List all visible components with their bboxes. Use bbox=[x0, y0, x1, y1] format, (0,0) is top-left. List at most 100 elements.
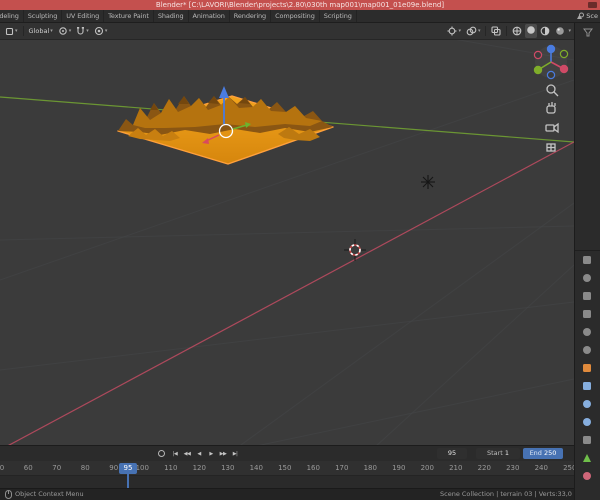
world-properties-tab-icon[interactable] bbox=[583, 346, 591, 354]
constraints-properties-tab-icon[interactable] bbox=[583, 436, 591, 444]
viewport-header: ▾ Global ▾ ▾ ▾ ▾ ▾ ▾ ▾ bbox=[0, 23, 574, 40]
pivot-point-dropdown[interactable]: ▾ bbox=[56, 25, 74, 37]
jump-to-end-button[interactable]: ▶| bbox=[229, 448, 241, 460]
status-left: Object Context Menu bbox=[5, 489, 84, 500]
pan-hand-icon[interactable] bbox=[546, 102, 556, 114]
ruler-tick: 120 bbox=[192, 464, 206, 472]
axis-neg-y-ball[interactable] bbox=[559, 49, 569, 59]
mode-dropdown[interactable]: ▾ bbox=[3, 26, 20, 37]
start-value: 1 bbox=[504, 449, 510, 457]
ruler-tick: 80 bbox=[80, 464, 90, 472]
material-properties-tab-icon[interactable] bbox=[583, 472, 591, 480]
object-properties-tab-icon[interactable] bbox=[583, 364, 591, 372]
window-controls[interactable] bbox=[588, 2, 597, 8]
scene-properties-tab-icon[interactable] bbox=[583, 328, 591, 336]
shading-rendered-button[interactable] bbox=[553, 25, 567, 37]
show-overlays-toggle[interactable]: ▾ bbox=[464, 25, 483, 37]
overlays-icon bbox=[466, 26, 477, 36]
end-label: End bbox=[529, 449, 542, 457]
status-bar: Object Context Menu Scene Collection | t… bbox=[0, 488, 574, 500]
terrain-object[interactable] bbox=[117, 95, 334, 165]
workspace-tabs: ModelingSculptingUV EditingTexture Paint… bbox=[0, 10, 357, 22]
ruler-tick: 170 bbox=[335, 464, 349, 472]
ruler-tick: 240 bbox=[534, 464, 548, 472]
particles-properties-tab-icon[interactable] bbox=[583, 400, 591, 408]
transform-orientation-dropdown[interactable]: Global ▾ bbox=[27, 26, 55, 36]
tab-sculpting[interactable]: Sculpting bbox=[23, 10, 63, 22]
tool-properties-tab-icon[interactable] bbox=[583, 256, 591, 264]
auto-key-record-icon[interactable] bbox=[158, 450, 165, 457]
pivot-point-icon bbox=[59, 27, 67, 35]
playback-controls: |◀ ◀◀ ◀ ▶ ▶▶ ▶| bbox=[169, 448, 241, 460]
render-properties-tab-icon[interactable] bbox=[583, 274, 591, 282]
jump-to-next-keyframe-button[interactable]: ▶▶ bbox=[217, 448, 229, 460]
3d-cursor bbox=[344, 239, 366, 261]
gizmo-z-arrowhead[interactable] bbox=[219, 86, 229, 98]
solid-sphere-icon bbox=[527, 26, 536, 34]
viewport-3d[interactable] bbox=[0, 0, 575, 500]
viewport-scene bbox=[0, 0, 575, 500]
play-reverse-button[interactable]: ◀ bbox=[193, 448, 205, 460]
chevron-down-icon: ▾ bbox=[15, 28, 18, 34]
terrain-mountain-faces bbox=[133, 97, 322, 128]
jump-to-start-button[interactable]: |◀ bbox=[169, 448, 181, 460]
magnet-icon bbox=[77, 27, 85, 35]
chevron-down-icon: ▾ bbox=[477, 28, 481, 34]
topbar: ModelingSculptingUV EditingTexture Paint… bbox=[0, 10, 600, 23]
camera-view-icon[interactable] bbox=[545, 122, 559, 134]
timeline-ruler[interactable]: 50 60 70 80 90 100 110 120 130 140 150 160 170 180 190… bbox=[0, 461, 574, 475]
ruler-tick: 160 bbox=[306, 464, 320, 472]
navigation-gizmo[interactable] bbox=[533, 44, 569, 80]
play-button[interactable]: ▶ bbox=[205, 448, 217, 460]
show-gizmo-toggle[interactable]: ▾ bbox=[445, 25, 463, 37]
output-properties-tab-icon[interactable] bbox=[583, 292, 591, 300]
tab-shading[interactable]: Shading bbox=[153, 10, 189, 22]
tab-rendering[interactable]: Rendering bbox=[229, 10, 272, 22]
filter-funnel-icon[interactable] bbox=[583, 28, 593, 37]
modifiers-properties-tab-icon[interactable] bbox=[583, 382, 591, 390]
tab-scripting[interactable]: Scripting bbox=[319, 10, 357, 22]
shading-wireframe-button[interactable] bbox=[510, 25, 524, 37]
status-stats-text: Scene Collection | terrain 03 | Verts:33… bbox=[440, 490, 572, 498]
axis-z-ball[interactable] bbox=[546, 44, 556, 54]
gizmo-icon bbox=[447, 26, 457, 36]
proportional-editing-toggle[interactable]: ▾ bbox=[92, 25, 110, 37]
timeline-track[interactable] bbox=[0, 475, 574, 488]
chevron-down-icon: ▾ bbox=[458, 28, 461, 34]
tab-modeling[interactable]: Modeling bbox=[0, 10, 24, 22]
status-hint-text: Object Context Menu bbox=[15, 490, 84, 498]
empty-axes-object[interactable] bbox=[421, 175, 435, 189]
chevron-down-icon: ▾ bbox=[68, 28, 72, 34]
jump-to-prev-keyframe-button[interactable]: ◀◀ bbox=[181, 448, 193, 460]
shading-solid-button[interactable] bbox=[525, 24, 538, 38]
tab-texture-paint[interactable]: Texture Paint bbox=[104, 10, 154, 22]
perspective-toggle-icon[interactable] bbox=[546, 143, 556, 152]
timeline-header: |◀ ◀◀ ◀ ▶ ▶▶ ▶| 95 Start 1 End 250 bbox=[0, 445, 574, 461]
axis-y-ball[interactable] bbox=[533, 65, 543, 75]
axis-neg-z-ball[interactable] bbox=[546, 70, 556, 80]
view-layer-properties-tab-icon[interactable] bbox=[583, 310, 591, 318]
ruler-tick: 250 bbox=[563, 464, 574, 472]
current-frame-field[interactable]: 95 bbox=[437, 448, 467, 459]
frame-end-field[interactable]: End 250 bbox=[523, 448, 563, 459]
object-data-properties-tab-icon[interactable] bbox=[583, 454, 591, 462]
xray-toggle[interactable] bbox=[489, 25, 503, 37]
physics-properties-tab-icon[interactable] bbox=[583, 418, 591, 426]
axis-neg-x-ball[interactable] bbox=[533, 50, 543, 60]
playhead-frame-badge[interactable]: 95 bbox=[119, 463, 137, 474]
viewport-grid bbox=[0, 0, 575, 500]
axis-x-ball[interactable] bbox=[559, 64, 569, 74]
tab-compositing[interactable]: Compositing bbox=[271, 10, 320, 22]
blender-window: { "window": { "title": "Blender* [C:\\LA… bbox=[0, 0, 600, 500]
scene-selector[interactable]: Sce bbox=[576, 10, 600, 22]
snap-toggle[interactable]: ▾ bbox=[74, 25, 91, 37]
tab-animation[interactable]: Animation bbox=[188, 10, 230, 22]
ruler-tick: 140 bbox=[249, 464, 263, 472]
playhead-line[interactable] bbox=[127, 473, 129, 488]
ruler-tick: 110 bbox=[164, 464, 178, 472]
divider bbox=[22, 26, 24, 36]
window-title: Blender* [C:\LAVORI\Blender\projects\2.8… bbox=[155, 1, 445, 9]
shading-material-button[interactable] bbox=[538, 25, 552, 37]
frame-start-field[interactable]: Start 1 bbox=[476, 448, 520, 459]
tab-uv-editing[interactable]: UV Editing bbox=[62, 10, 105, 22]
